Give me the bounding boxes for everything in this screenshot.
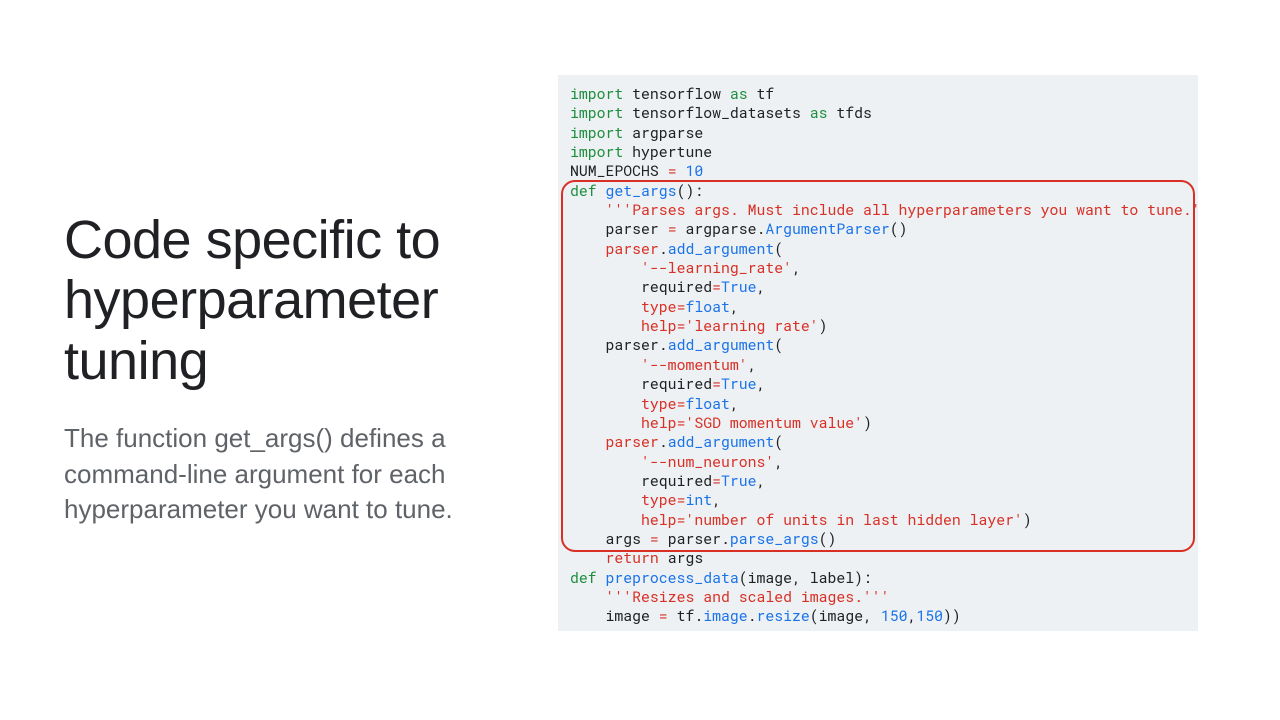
- code-text: import tensorflow as tf import tensorflo…: [558, 75, 1198, 631]
- slide: Code specific to hyperparameter tuning T…: [0, 0, 1280, 720]
- code-block: import tensorflow as tf import tensorflo…: [558, 75, 1198, 631]
- slide-title: Code specific to hyperparameter tuning: [64, 210, 494, 391]
- text-column: Code specific to hyperparameter tuning T…: [64, 210, 494, 527]
- slide-description: The function get_args() defines a comman…: [64, 421, 494, 526]
